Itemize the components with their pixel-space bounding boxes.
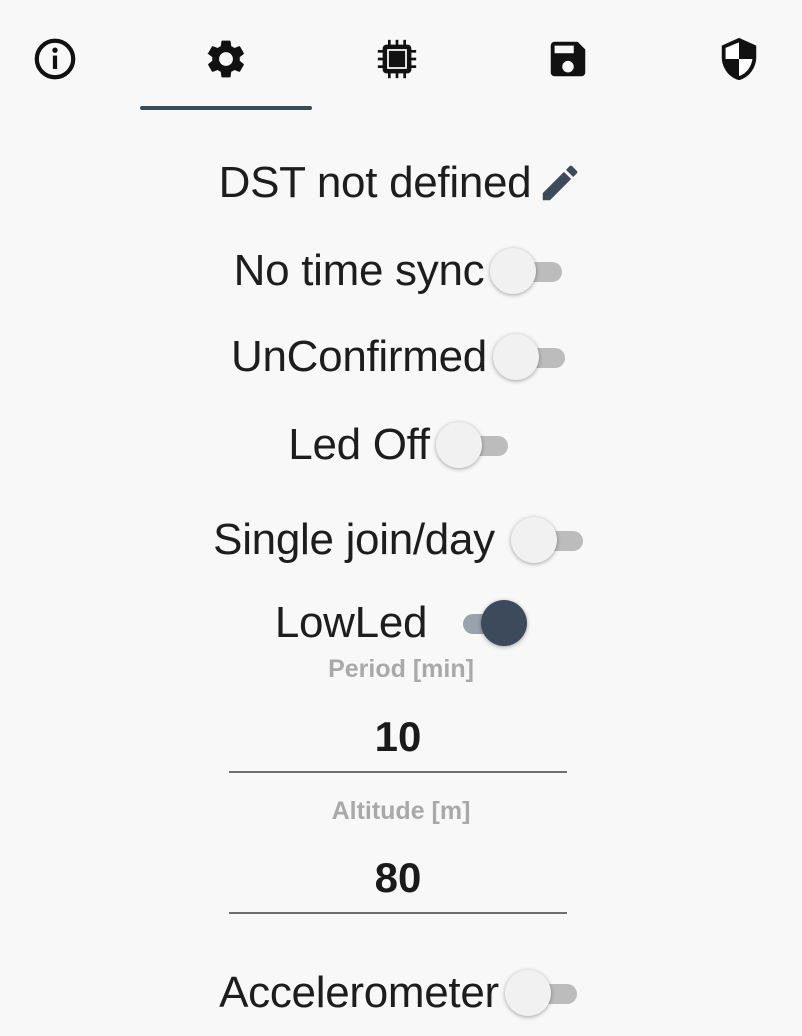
- switch-thumb: [504, 970, 551, 1016]
- time-sync-row: No time sync: [0, 236, 802, 306]
- single-join-switch[interactable]: [510, 514, 589, 566]
- period-label: Period [min]: [328, 655, 474, 683]
- tab-info[interactable]: [20, 24, 90, 94]
- switch-thumb: [481, 600, 528, 646]
- tab-save[interactable]: [533, 24, 603, 94]
- dst-row: DST not defined: [0, 148, 802, 218]
- active-tab-indicator: [140, 106, 312, 110]
- low-led-row: LowLed: [0, 588, 802, 658]
- dst-label: DST not defined: [218, 158, 532, 207]
- time-sync-switch[interactable]: [490, 245, 568, 297]
- tab-bar: [0, 0, 802, 115]
- confirmed-row: UnConfirmed: [0, 322, 802, 392]
- accelerometer-label: Accelerometer: [219, 968, 499, 1017]
- time-sync-label: No time sync: [233, 246, 485, 295]
- confirmed-switch[interactable]: [492, 331, 571, 383]
- switch-thumb: [492, 334, 539, 380]
- altitude-input[interactable]: 80: [229, 844, 567, 914]
- gear-icon: [207, 40, 244, 78]
- single-join-row: Single join/day: [0, 505, 802, 575]
- info-icon: [34, 38, 76, 80]
- accelerometer-row: Accelerometer: [0, 958, 802, 1028]
- shield-icon: [721, 37, 757, 81]
- led-switch[interactable]: [435, 419, 514, 471]
- chip-icon: [377, 39, 417, 79]
- tab-hardware[interactable]: [362, 24, 432, 94]
- led-row: Led Off: [0, 410, 802, 480]
- pencil-icon[interactable]: [537, 160, 583, 206]
- tab-settings[interactable]: [191, 24, 261, 94]
- save-icon: [550, 41, 586, 77]
- led-label: Led Off: [288, 420, 430, 469]
- accelerometer-switch[interactable]: [504, 967, 583, 1019]
- switch-thumb: [435, 422, 482, 468]
- altitude-label: Altitude [m]: [331, 797, 471, 825]
- switch-thumb: [510, 517, 557, 563]
- tab-security[interactable]: [704, 24, 774, 94]
- switch-thumb: [490, 248, 537, 294]
- single-join-label: Single join/day: [213, 515, 495, 564]
- low-led-switch[interactable]: [449, 597, 528, 649]
- low-led-label: LowLed: [274, 598, 428, 647]
- period-input[interactable]: 10: [229, 703, 567, 773]
- confirmed-label: UnConfirmed: [231, 332, 487, 381]
